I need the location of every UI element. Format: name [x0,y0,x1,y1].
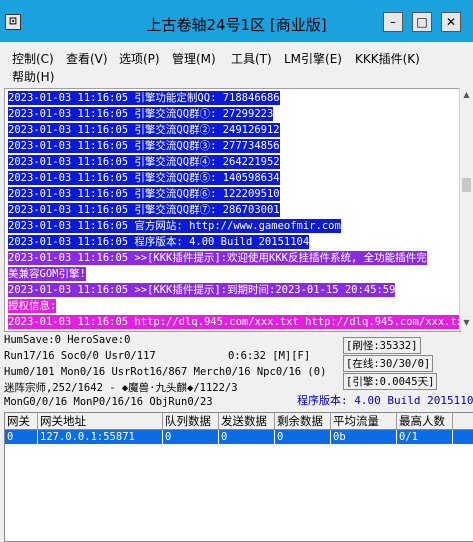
log-line: 2023-01-03 11:16:05 官方网站: http://www.gam… [8,219,341,233]
menu-control[interactable]: 控制(C) [12,50,54,67]
close-button[interactable]: ✕ [441,12,461,32]
log-line: 2023-01-03 11:16:05 >>[KKK插件提示]:欢迎使用KKK反… [8,251,427,265]
minimize-icon: – [390,15,396,29]
table-cell: 0 [5,430,38,444]
table-cell: 0 [163,430,219,444]
close-icon: ✕ [445,15,457,29]
online-box: [在线:30/30/0] [343,355,434,372]
menu-kkk-plugin[interactable]: KKK插件(K) [355,50,420,67]
column-gateway[interactable]: 网关 [5,413,38,429]
log-line: 2023-01-03 11:16:05 程序版本: 4.00 Build 201… [8,235,310,249]
table-cell: 0b [331,430,397,444]
menu-tools[interactable]: 工具(T) [231,50,272,67]
menu-view[interactable]: 查看(V) [66,50,108,67]
log-pane[interactable]: 2023-01-03 11:16:05 引擎功能定制QQ: 718846686 … [4,88,461,332]
column-remaining-data[interactable]: 剩余数据 [275,413,331,429]
log-scrollbar[interactable]: ▲ ▼ [459,88,473,330]
minimize-button[interactable]: – [383,12,403,32]
log-line: 2023-01-03 11:16:05 引擎交流QQ群③: 277734856 [8,139,280,153]
title-bar: ⊡ 上古卷轴24号1区 [商业版] – □ ✕ [0,0,473,42]
engine-box: [引擎:0.0045天] [343,373,438,390]
column-queue-data[interactable]: 队列数据 [163,413,219,429]
column-gateway-address[interactable]: 网关地址 [38,413,163,429]
status-hum: Hum0/101 Mon0/16 UsrRot16/867 Merch0/16 … [4,366,327,378]
log-line: 授权信息: [8,299,57,313]
column-send-data[interactable]: 发送数据 [219,413,275,429]
refresh-monster-box: [刷怪:35332] [343,337,421,354]
status-map: 迷阵宗师,252/1642 - ◆魔兽·九头麒◆/1122/3 [4,382,238,394]
log-line: 美兼容GOM引擎! [8,267,86,281]
menu-lm-engine[interactable]: LM引擎(E) [284,50,342,67]
scroll-up-icon[interactable]: ▲ [460,88,473,102]
log-line: 2023-01-03 11:16:05 引擎交流QQ群⑥: 122209510 [8,187,280,201]
log-line: 2023-01-03 11:16:05 引擎功能定制QQ: 718846686 [8,91,280,105]
log-line: 2023-01-03 11:16:05 >>[KKK插件提示]:到期时间:202… [8,283,396,297]
table-cell: 127.0.0.1:55871 [38,430,163,444]
log-line: 2023-01-03 11:16:05 引擎交流QQ群②: 249126912 [8,123,280,137]
maximize-icon: □ [416,15,428,29]
log-line: 2023-01-03 11:16:05 http://dlq.945.com/x… [8,315,460,329]
program-version: 程序版本: 4.00 Build 20151104 [297,394,473,407]
log-line: 2023-01-03 11:16:05 引擎交流QQ群⑦: 286703001 [8,203,280,217]
status-mon: MonG0/0/16 MonP0/16/16 ObjRun0/23 [4,396,213,408]
table-cell: 0/1 [397,430,453,444]
scroll-down-icon[interactable]: ▼ [460,316,473,330]
menu-manage[interactable]: 管理(M) [172,50,216,67]
log-line: 2023-01-03 11:16:05 引擎交流QQ群⑤: 140598634 [8,171,280,185]
status-save: HumSave:0 HeroSave:0 [4,334,131,346]
menu-options[interactable]: 选项(P) [119,50,160,67]
menu-bar: 控制(C) 查看(V) 选项(P) 管理(M) 工具(T) LM引擎(E) KK… [0,46,473,88]
column-avg-traffic[interactable]: 平均流量 [331,413,397,429]
maximize-button[interactable]: □ [412,12,432,32]
gateway-table[interactable]: 网关 网关地址 队列数据 发送数据 剩余数据 平均流量 最高人数 0 127.0… [4,412,473,542]
table-cell: 0 [275,430,331,444]
status-run: Run17/16 Soc0/0 Usr0/117 [4,350,156,362]
column-max-users[interactable]: 最高人数 [397,413,453,429]
table-row[interactable]: 0 127.0.0.1:55871 0 0 0 0b 0/1 [5,430,473,444]
status-time: 0:6:32 [M][F] [228,350,311,362]
log-line: 2023-01-03 11:16:05 引擎交流QQ群①: 27299223 [8,107,274,121]
log-line: 2023-01-03 11:16:05 引擎交流QQ群④: 264221952 [8,155,280,169]
table-header: 网关 网关地址 队列数据 发送数据 剩余数据 平均流量 最高人数 [5,413,473,430]
table-cell: 0 [219,430,275,444]
menu-help[interactable]: 帮助(H) [12,68,54,85]
scroll-thumb[interactable] [462,178,471,192]
